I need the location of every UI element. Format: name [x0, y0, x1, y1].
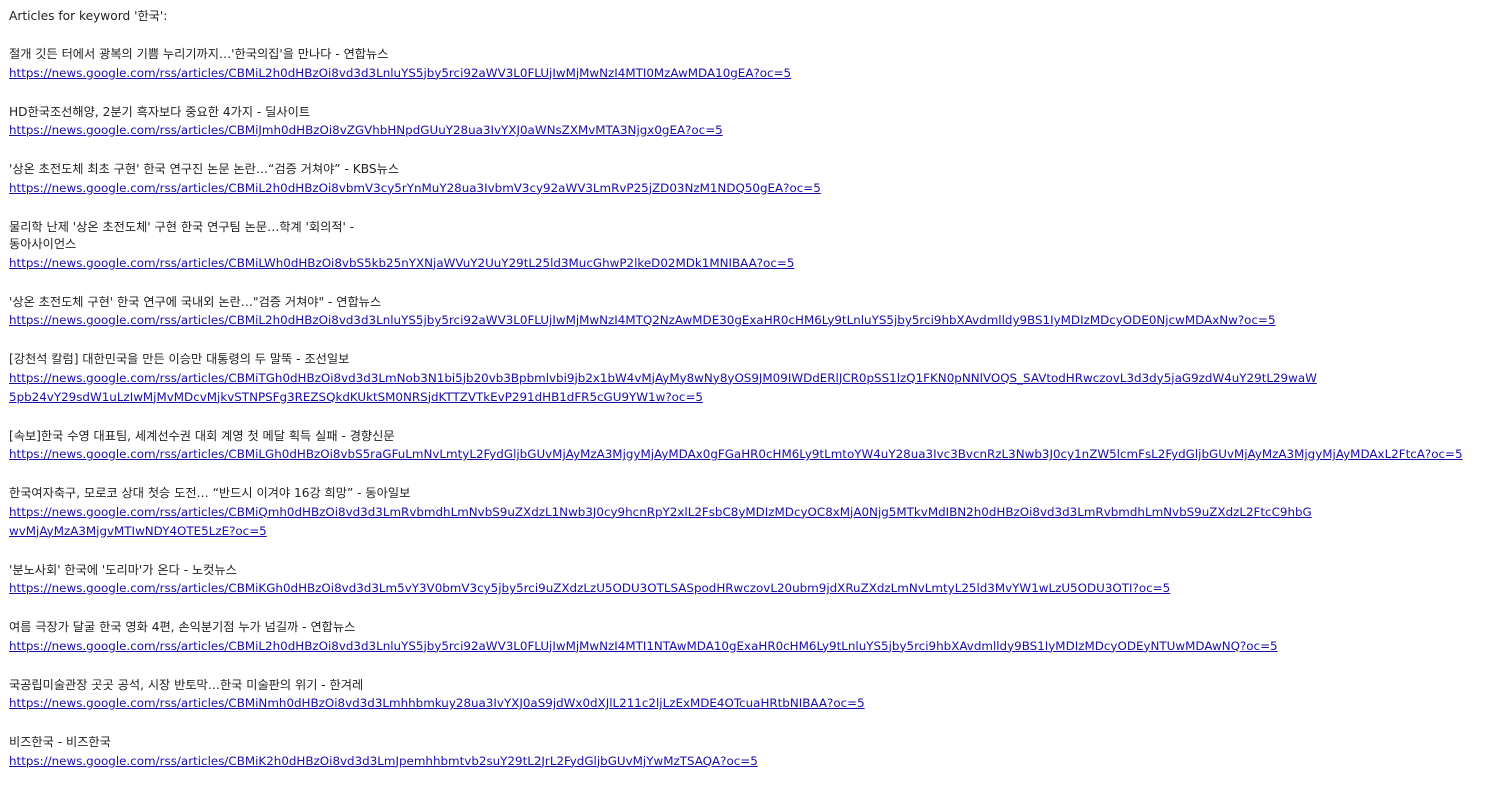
article-title: 여름 극장가 달굴 한국 영화 4편, 손익분기점 누가 넘길까 - 연합뉴스: [9, 620, 356, 634]
article-link[interactable]: https://news.google.com/rss/articles/CBM…: [9, 445, 1474, 464]
article-item: [강천석 칼럼] 대한민국을 만든 이승만 대통령의 두 말뚝 - 조선일보 h…: [9, 351, 1486, 407]
article-title: [강천석 칼럼] 대한민국을 만든 이승만 대통령의 두 말뚝 - 조선일보: [9, 352, 350, 366]
article-title: 물리학 난제 '상온 초전도체' 구현 한국 연구팀 논문…학계 '회의적' -: [9, 219, 355, 234]
article-link[interactable]: https://news.google.com/rss/articles/CBM…: [9, 64, 1319, 83]
article-item: '상온 초전도체 최초 구현' 한국 연구진 논문 논란…“검증 거쳐야” - …: [9, 161, 1486, 198]
article-item: 절개 깃든 터에서 광복의 기쁨 누리기까지…'한국의집'을 만나다 - 연합뉴…: [9, 46, 1486, 83]
article-link[interactable]: https://news.google.com/rss/articles/CBM…: [9, 694, 1319, 713]
page-heading: Articles for keyword '한국':: [9, 9, 168, 23]
article-link[interactable]: https://news.google.com/rss/articles/CBM…: [9, 503, 1319, 541]
article-title: '분노사회' 한국에 '도리마'가 온다 - 노컷뉴스: [9, 562, 237, 577]
article-title: 한국여자축구, 모로코 상대 첫승 도전… “반드시 이겨야 16강 희망” -…: [9, 486, 411, 500]
article-title-continued: 동아사이언스: [9, 237, 77, 251]
article-title: [속보]한국 수영 대표팀, 세계선수권 대회 계영 첫 메달 획득 실패 - …: [9, 428, 395, 443]
article-item: '분노사회' 한국에 '도리마'가 온다 - 노컷뉴스 https://news…: [9, 562, 1486, 599]
article-item: 여름 극장가 달굴 한국 영화 4편, 손익분기점 누가 넘길까 - 연합뉴스 …: [9, 619, 1486, 656]
article-title: 비즈한국 - 비즈한국: [9, 735, 111, 749]
article-item: 비즈한국 - 비즈한국 https://news.google.com/rss/…: [9, 734, 1486, 771]
article-link[interactable]: https://news.google.com/rss/articles/CBM…: [9, 752, 1319, 771]
article-title: '상온 초전도체 최초 구현' 한국 연구진 논문 논란…“검증 거쳐야” - …: [9, 162, 400, 176]
article-link[interactable]: https://news.google.com/rss/articles/CBM…: [9, 254, 1319, 273]
article-item: HD한국조선해양, 2분기 흑자보다 중요한 4가지 - 딜사이트 https:…: [9, 104, 1486, 141]
article-link[interactable]: https://news.google.com/rss/articles/CBM…: [9, 311, 1319, 330]
article-title: '상온 초전도체 구현' 한국 연구에 국내외 논란…"검증 거쳐야" - 연합…: [9, 294, 382, 309]
article-item: '상온 초전도체 구현' 한국 연구에 국내외 논란…"검증 거쳐야" - 연합…: [9, 294, 1486, 331]
article-item: 국공립미술관장 곳곳 공석, 시장 반토막…한국 미술판의 위기 - 한겨레 h…: [9, 677, 1486, 714]
article-title: 국공립미술관장 곳곳 공석, 시장 반토막…한국 미술판의 위기 - 한겨레: [9, 677, 364, 692]
article-link[interactable]: https://news.google.com/rss/articles/CBM…: [9, 369, 1319, 407]
article-item: 물리학 난제 '상온 초전도체' 구현 한국 연구팀 논문…학계 '회의적' -…: [9, 219, 1486, 273]
article-title: HD한국조선해양, 2분기 흑자보다 중요한 4가지 - 딜사이트: [9, 104, 311, 119]
article-link[interactable]: https://news.google.com/rss/articles/CBM…: [9, 179, 1319, 198]
article-item: [속보]한국 수영 대표팀, 세계선수권 대회 계영 첫 메달 획득 실패 - …: [9, 428, 1486, 465]
article-item: 한국여자축구, 모로코 상대 첫승 도전… “반드시 이겨야 16강 희망” -…: [9, 485, 1486, 541]
article-title: 절개 깃든 터에서 광복의 기쁨 누리기까지…'한국의집'을 만나다 - 연합뉴…: [9, 47, 389, 61]
article-link[interactable]: https://news.google.com/rss/articles/CBM…: [9, 637, 1319, 656]
article-link[interactable]: https://news.google.com/rss/articles/CBM…: [9, 121, 1319, 140]
article-link[interactable]: https://news.google.com/rss/articles/CBM…: [9, 579, 1319, 598]
page: Articles for keyword '한국': 절개 깃든 터에서 광복의…: [0, 0, 1495, 771]
